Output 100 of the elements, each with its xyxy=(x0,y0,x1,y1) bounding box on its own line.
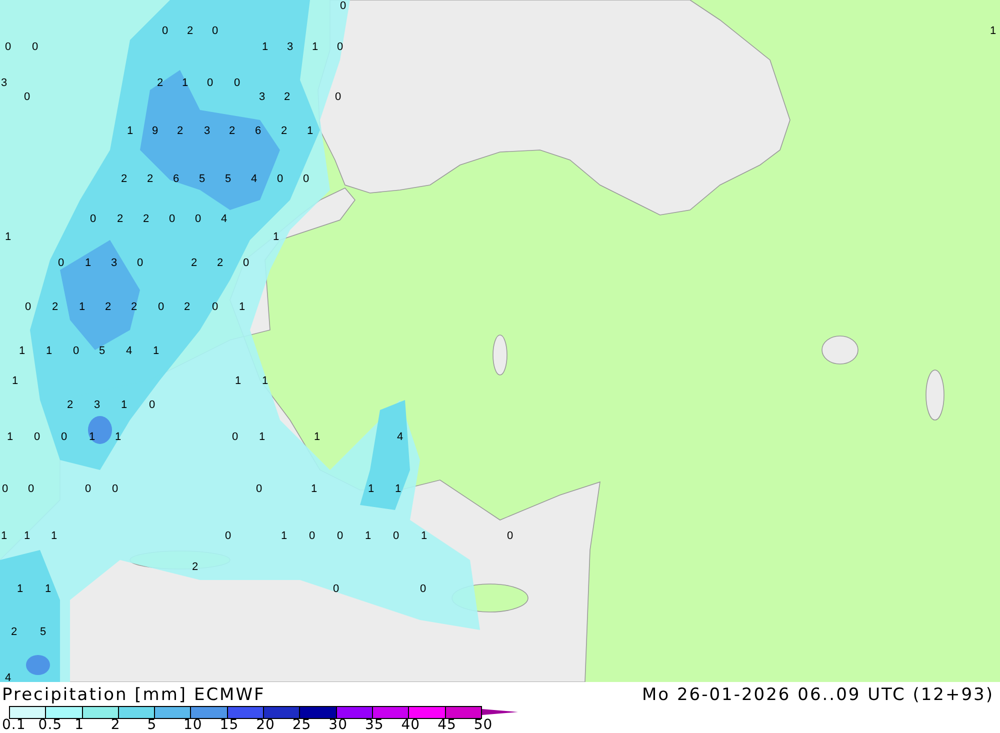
precipitation-value: 0 xyxy=(162,25,168,37)
precipitation-value: 2 xyxy=(52,301,58,313)
legend-label: 50 xyxy=(474,718,494,733)
precipitation-value: 2 xyxy=(228,125,236,137)
precipitation-value: 0 xyxy=(28,483,34,495)
precipitation-value: 6 xyxy=(254,125,262,137)
precipitation-value: 2 xyxy=(104,301,112,313)
precipitation-value: 2 xyxy=(280,125,288,137)
precipitation-value: 1 xyxy=(182,77,188,89)
precipitation-value: 0 xyxy=(340,0,346,12)
valid-time: Mo 26-01-2026 06..09 UTC (12+93) xyxy=(642,685,994,705)
precipitation-value: 0 xyxy=(392,530,400,542)
precipitation-value: 1 xyxy=(24,530,30,542)
precipitation-value: 1 xyxy=(234,375,242,387)
precipitation-value: 1 xyxy=(280,530,288,542)
precipitation-value: 0 xyxy=(4,41,12,53)
precipitation-value: 0 xyxy=(84,483,92,495)
precipitation-value: 1 xyxy=(18,345,26,357)
lake-shape xyxy=(822,336,858,364)
precipitation-value: 1 xyxy=(0,530,8,542)
legend-label: 2 xyxy=(110,718,122,733)
legend-label: 5 xyxy=(147,718,158,733)
precipitation-value: 1 xyxy=(238,301,246,313)
precipitation-value: 1 xyxy=(310,483,318,495)
precipitation-value: 0 xyxy=(112,483,118,495)
precipitation-value: 4 xyxy=(126,345,132,357)
precipitation-value: 0 xyxy=(72,345,80,357)
precipitation-value: 0 xyxy=(420,583,426,595)
precipitation-value: 1 xyxy=(312,41,318,53)
precipitation-value: 1 xyxy=(78,301,86,313)
precipitation-value: 0 xyxy=(224,530,232,542)
precipitation-value: 1 xyxy=(262,41,268,53)
precipitation-value: 4 xyxy=(220,213,228,225)
precipitation-value: 1 xyxy=(262,375,268,387)
precipitation-value: 0 xyxy=(234,77,240,89)
legend-label: 10 xyxy=(183,718,204,733)
precipitation-value: 0 xyxy=(194,213,202,225)
precipitation-value: 1 xyxy=(4,231,12,243)
precipitation-value: 1 xyxy=(44,583,52,595)
precipitation-value: 5 xyxy=(224,173,232,185)
precipitation-value: 3 xyxy=(94,399,100,411)
precipitation-value: 1 xyxy=(16,583,24,595)
precipitation-value: 0 xyxy=(206,77,214,89)
precipitation-value: 1 xyxy=(314,431,320,443)
precipitation-value: 1 xyxy=(114,431,122,443)
legend-label: 35 xyxy=(364,718,385,733)
precipitation-value: 1 xyxy=(46,345,52,357)
precipitation-area xyxy=(88,416,112,444)
precipitation-value: 0 xyxy=(276,173,284,185)
precipitation-value: 2 xyxy=(216,257,224,269)
legend-title: Precipitation [mm] ECMWF xyxy=(2,684,266,706)
precipitation-value: 2 xyxy=(186,25,194,37)
precipitation-value: 2 xyxy=(192,561,198,573)
precipitation-value: 0 xyxy=(506,530,514,542)
precipitation-value: 1 xyxy=(50,530,58,542)
precipitation-value: 0 xyxy=(212,301,218,313)
precipitation-value: 1 xyxy=(420,530,428,542)
legend-label: 0.5 xyxy=(38,718,64,733)
lake-shape xyxy=(492,334,508,376)
precipitation-value: 0 xyxy=(336,530,344,542)
precipitation-value: 1 xyxy=(84,257,92,269)
precipitation-value: 0 xyxy=(308,530,316,542)
precipitation-value: 5 xyxy=(40,626,46,638)
precipitation-value: 2 xyxy=(66,399,74,411)
precipitation-value: 1 xyxy=(120,399,128,411)
precipitation-value: 3 xyxy=(258,91,266,103)
legend-label: 0.1 xyxy=(2,718,27,733)
precipitation-value: 0 xyxy=(212,25,218,37)
precipitation-value: 0 xyxy=(136,257,144,269)
precipitation-value: 3 xyxy=(110,257,118,269)
precipitation-value: 3 xyxy=(286,41,294,53)
precipitation-value: 1 xyxy=(368,483,374,495)
precipitation-value: 0 xyxy=(24,301,32,313)
legend-label: 15 xyxy=(220,718,240,733)
precipitation-value: 2 xyxy=(190,257,198,269)
precipitation-value: 2 xyxy=(176,125,184,137)
legend-label: 25 xyxy=(292,718,312,733)
precipitation-value: 0 xyxy=(158,301,164,313)
precipitation-value: 6 xyxy=(172,173,180,185)
precipitation-value: 2 xyxy=(156,77,164,89)
precipitation-value: 2 xyxy=(146,173,154,185)
legend-label: 40 xyxy=(401,718,422,733)
precipitation-value: 0 xyxy=(334,91,342,103)
precipitation-value: 1 xyxy=(88,431,96,443)
precipitation-value: 0 xyxy=(34,431,40,443)
legend-label: 30 xyxy=(328,718,348,733)
precipitation-value: 0 xyxy=(232,431,238,443)
precipitation-value: 0 xyxy=(332,583,340,595)
precipitation-value: 1 xyxy=(152,345,160,357)
precipitation-value: 0 xyxy=(2,483,8,495)
precipitation-value: 1 xyxy=(6,431,14,443)
precipitation-value: 1 xyxy=(364,530,372,542)
lake-shape xyxy=(926,370,944,420)
precipitation-value: 1 xyxy=(12,375,18,387)
precipitation-value: 1 xyxy=(272,231,280,243)
precipitation-value: 5 xyxy=(98,345,106,357)
legend-label: 45 xyxy=(438,718,458,733)
precipitation-value: 2 xyxy=(142,213,150,225)
precipitation-value: 1 xyxy=(126,125,134,137)
precipitation-value: 1 xyxy=(394,483,402,495)
